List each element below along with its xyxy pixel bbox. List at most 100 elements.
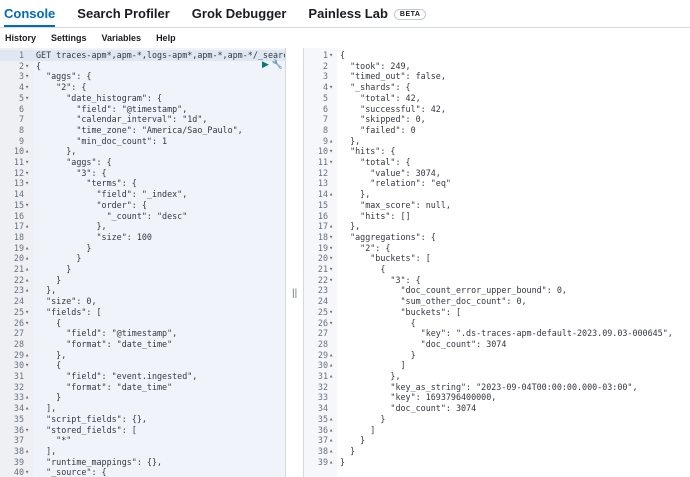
tab-grok-debugger[interactable]: Grok Debugger <box>192 6 287 21</box>
fold-toggle-icon[interactable]: ▴ <box>329 371 333 382</box>
fold-toggle-icon[interactable]: ▴ <box>25 243 29 254</box>
fold-toggle-icon[interactable]: ▾ <box>329 275 333 286</box>
fold-toggle-icon[interactable]: ▴ <box>329 425 333 436</box>
fold-toggle-icon[interactable]: ▾ <box>25 467 29 477</box>
request-line: 29 ▴ }, <box>0 350 285 361</box>
line-number: 30 <box>317 360 328 371</box>
line-number: 37 <box>13 435 24 446</box>
fold-toggle-icon[interactable]: ▾ <box>25 82 29 93</box>
fold-toggle-icon[interactable]: ▴ <box>329 457 333 468</box>
line-number: 35 <box>317 413 328 424</box>
fold-toggle-icon[interactable]: ▴ <box>25 275 29 286</box>
request-line: 6 "field": "@timestamp", <box>0 104 285 115</box>
line-number: 15 <box>317 199 328 210</box>
line-number: 4 <box>18 82 24 93</box>
line-number: 9 <box>322 135 328 146</box>
request-line: 26 ▾ { <box>0 318 285 329</box>
code-text: "hits": { <box>340 146 396 157</box>
fold-toggle-icon[interactable]: ▾ <box>329 307 333 318</box>
code-text: "field": "_index", <box>36 189 188 200</box>
request-line: 38 ▴ ], <box>0 446 285 457</box>
line-number: 20 <box>13 253 24 264</box>
fold-toggle-icon[interactable]: ▴ <box>25 146 29 157</box>
fold-toggle-icon[interactable]: ▾ <box>329 264 333 275</box>
code-text: "size": 0, <box>36 296 97 307</box>
response-line: 11 ▾ "total": { <box>304 157 690 168</box>
fold-toggle-icon[interactable]: ▴ <box>329 350 333 361</box>
fold-toggle-icon[interactable]: ▾ <box>25 71 29 82</box>
request-line: 3 ▾ "aggs": { <box>0 71 285 82</box>
fold-toggle-icon[interactable]: ▾ <box>25 178 29 189</box>
line-number: 1 <box>18 50 24 60</box>
variables-link[interactable]: Variables <box>102 33 142 43</box>
fold-toggle-icon[interactable]: ▾ <box>25 168 29 179</box>
fold-toggle-icon[interactable]: ▾ <box>329 50 333 61</box>
fold-toggle-icon[interactable]: ▴ <box>329 189 333 200</box>
fold-toggle-icon[interactable]: ▴ <box>25 350 29 361</box>
line-number: 12 <box>317 167 328 178</box>
fold-toggle-icon[interactable]: ▾ <box>25 93 29 104</box>
code-text: } <box>340 456 346 467</box>
code-text: "format": "date_time" <box>36 338 173 349</box>
fold-toggle-icon[interactable]: ▴ <box>25 285 29 296</box>
fold-toggle-icon[interactable]: ▾ <box>25 157 29 168</box>
request-line: 2 ▾ { <box>0 61 285 72</box>
fold-toggle-icon[interactable]: ▴ <box>329 414 333 425</box>
fold-toggle-icon[interactable]: ▾ <box>25 425 29 436</box>
fold-toggle-icon[interactable]: ▾ <box>25 61 29 72</box>
fold-toggle-icon[interactable]: ▾ <box>25 360 29 371</box>
fold-toggle-icon[interactable]: ▴ <box>25 221 29 232</box>
fold-toggle-icon[interactable]: ▴ <box>329 136 333 147</box>
code-text: "_source": { <box>36 467 107 477</box>
request-editor[interactable]: 1 GET traces-apm*,apm-*,logs-apm*,apm-*,a… <box>0 48 285 477</box>
fold-toggle-icon[interactable]: ▾ <box>25 200 29 211</box>
tab-console[interactable]: Console <box>4 6 56 27</box>
tab-painless-lab[interactable]: Painless Lab BETA <box>308 6 427 21</box>
response-line: 1 ▾ { <box>304 50 690 61</box>
fold-toggle-icon[interactable]: ▴ <box>25 403 29 414</box>
line-number: 30 <box>13 360 24 371</box>
history-link[interactable]: History <box>5 33 36 43</box>
tab-search-profiler[interactable]: Search Profiler <box>77 6 170 21</box>
fold-toggle-icon[interactable]: ▴ <box>329 435 333 446</box>
fold-toggle-icon[interactable]: ▾ <box>329 253 333 264</box>
fold-toggle-icon[interactable]: ▴ <box>329 221 333 232</box>
fold-toggle-icon[interactable]: ▴ <box>329 446 333 457</box>
code-text: } <box>36 264 72 274</box>
fold-toggle-icon[interactable]: ▾ <box>329 232 333 243</box>
panel-resizer[interactable]: || <box>285 48 304 477</box>
fold-toggle-icon[interactable]: ▾ <box>25 307 29 318</box>
wrench-icon[interactable]: 🔧 <box>272 59 283 69</box>
beta-badge: BETA <box>393 9 427 21</box>
fold-toggle-icon[interactable]: ▾ <box>329 318 333 329</box>
response-line: 20 ▾ "buckets": [ <box>304 253 690 264</box>
code-text: ], <box>36 445 57 456</box>
fold-toggle-icon[interactable]: ▴ <box>25 264 29 275</box>
line-number: 4 <box>322 82 328 93</box>
fold-toggle-icon[interactable]: ▾ <box>25 318 29 329</box>
request-line: 8 "time_zone": "America/Sao_Paulo", <box>0 125 285 136</box>
help-link[interactable]: Help <box>156 33 176 43</box>
fold-toggle-icon[interactable]: ▾ <box>329 157 333 168</box>
line-number: 37 <box>317 435 328 446</box>
fold-toggle-icon[interactable]: ▴ <box>25 392 29 403</box>
fold-toggle-icon[interactable]: ▾ <box>329 82 333 93</box>
fold-toggle-icon[interactable]: ▾ <box>329 243 333 254</box>
fold-toggle-icon[interactable]: ▴ <box>25 446 29 457</box>
fold-toggle-icon[interactable]: ▴ <box>25 253 29 264</box>
line-number: 17 <box>13 221 24 232</box>
code-text: { <box>36 317 62 328</box>
play-icon[interactable]: ▶ <box>262 59 269 69</box>
fold-toggle-icon[interactable]: ▾ <box>329 146 333 157</box>
request-actions: ▶ 🔧 <box>262 59 283 70</box>
fold-toggle-icon[interactable]: ▴ <box>329 360 333 371</box>
line-number: 13 <box>317 178 328 189</box>
response-line: 21 ▾ { <box>304 264 690 275</box>
code-text: "doc_count": 3074 <box>340 403 477 414</box>
request-line: 9 "min_doc_count": 1 <box>0 136 285 147</box>
settings-link[interactable]: Settings <box>51 33 87 43</box>
response-line: 7 "skipped": 0, <box>304 114 690 125</box>
code-text: "script_fields": {}, <box>36 413 147 424</box>
code-text: "terms": { <box>36 178 137 189</box>
resize-handle-icon[interactable]: || <box>292 288 297 299</box>
